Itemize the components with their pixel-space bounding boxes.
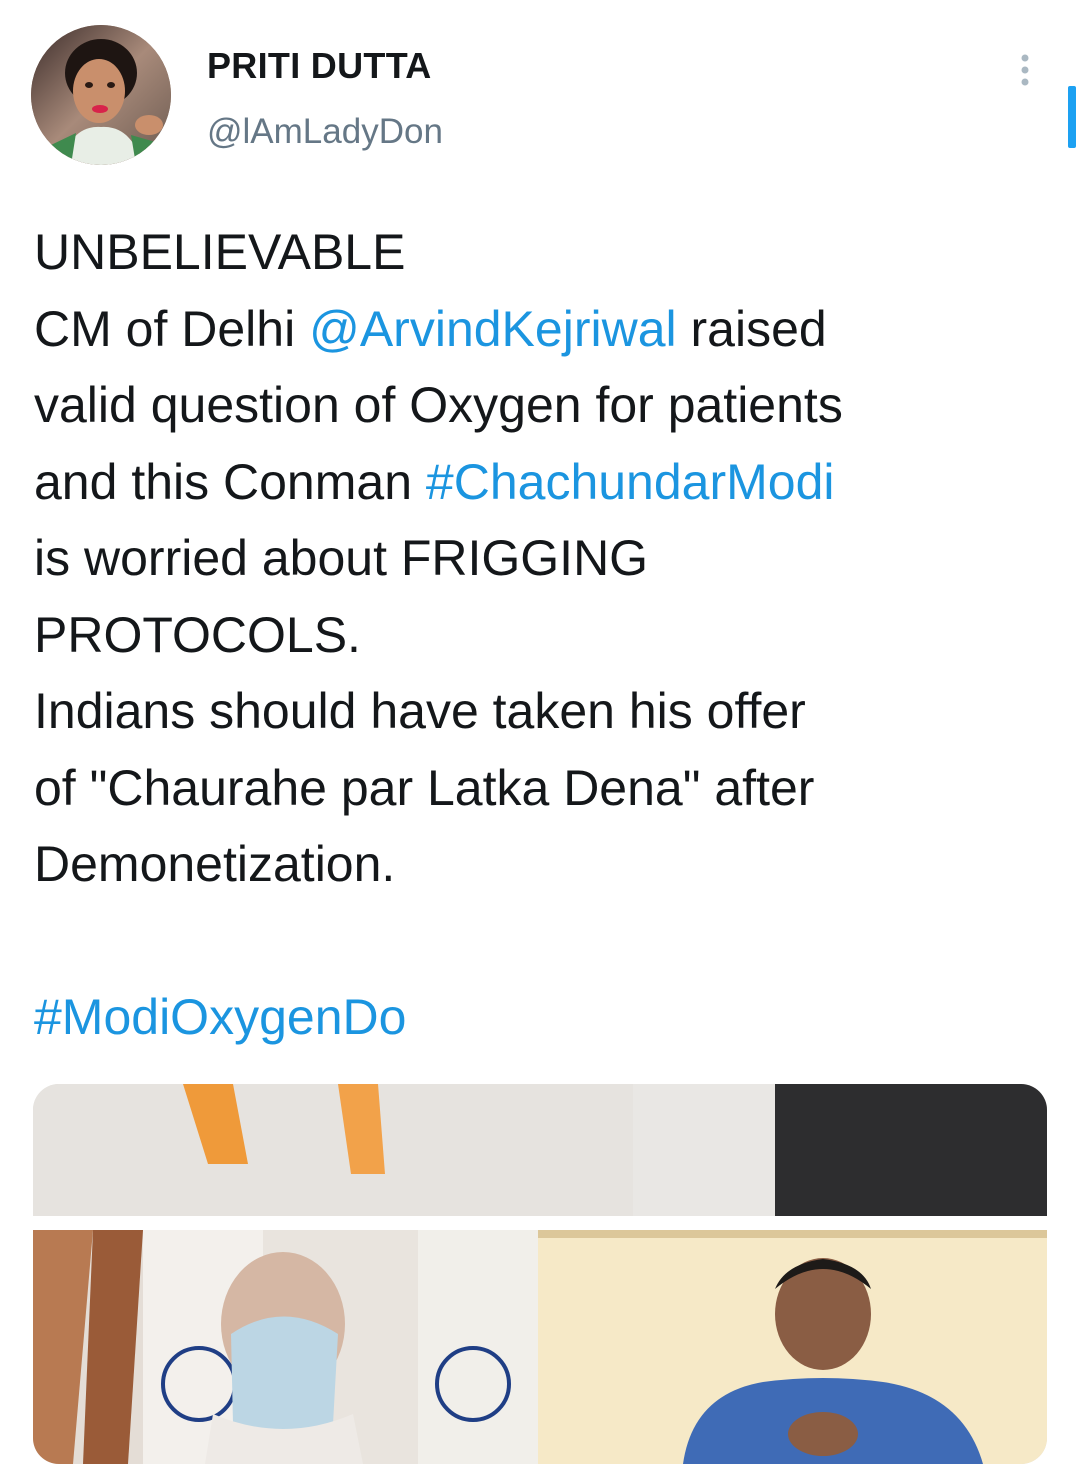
tweet-text-segment: and this Conman <box>34 453 426 510</box>
tweet-line: PROTOCOLS. <box>34 597 1054 674</box>
profile-avatar[interactable] <box>31 25 171 165</box>
tweet-line: Indians should have taken his offer <box>34 673 1054 750</box>
author-handle[interactable]: @lAmLadyDon <box>207 110 443 154</box>
tweet-text-segment: raised <box>676 300 827 357</box>
tweet-text-segment: of "Chaurahe par Latka Dena" after <box>34 759 815 816</box>
tweet-text-segment: UNBELIEVABLE <box>34 224 406 280</box>
tweet-text-segment: Demonetization. <box>34 836 396 892</box>
hashtag-link[interactable]: #ChachundarModi <box>426 454 835 510</box>
tweet-line: valid question of Oxygen for patients <box>34 367 1054 444</box>
mention-link[interactable]: @ArvindKejriwal <box>309 301 677 357</box>
tweet-line: UNBELIEVABLE <box>34 214 1054 291</box>
tweet-media-image[interactable] <box>33 1084 1047 1464</box>
hashtag-link[interactable]: #ModiOxygenDo <box>34 989 406 1045</box>
tweet-text-segment: valid question of Oxygen for patients <box>34 377 843 433</box>
tweet-line: Demonetization. <box>34 826 1054 903</box>
tweet-text-segment: is worried about FRIGGING <box>34 530 649 586</box>
tweet-text-segment: CM of Delhi <box>34 300 310 357</box>
tweet-line: and this Conman #ChachundarModi <box>34 444 1054 521</box>
tweet-line: #ModiOxygenDo <box>34 979 1054 1056</box>
tweet-text: UNBELIEVABLE CM of Delhi @ArvindKejriwal… <box>34 214 1054 1056</box>
tweet-text-segment: Indians should have taken his offer <box>34 683 806 739</box>
scrollbar-thumb[interactable] <box>1068 86 1076 148</box>
tweet-line: is worried about FRIGGING <box>34 520 1054 597</box>
tweet-text-segment: PROTOCOLS. <box>34 606 361 663</box>
tweet-line: CM of Delhi @ArvindKejriwal raised <box>34 291 1054 368</box>
vertical-ellipsis-icon[interactable] <box>1010 50 1040 90</box>
author-display-name[interactable]: PRITI DUTTA <box>207 46 432 86</box>
tweet-line: of "Chaurahe par Latka Dena" after <box>34 750 1054 827</box>
